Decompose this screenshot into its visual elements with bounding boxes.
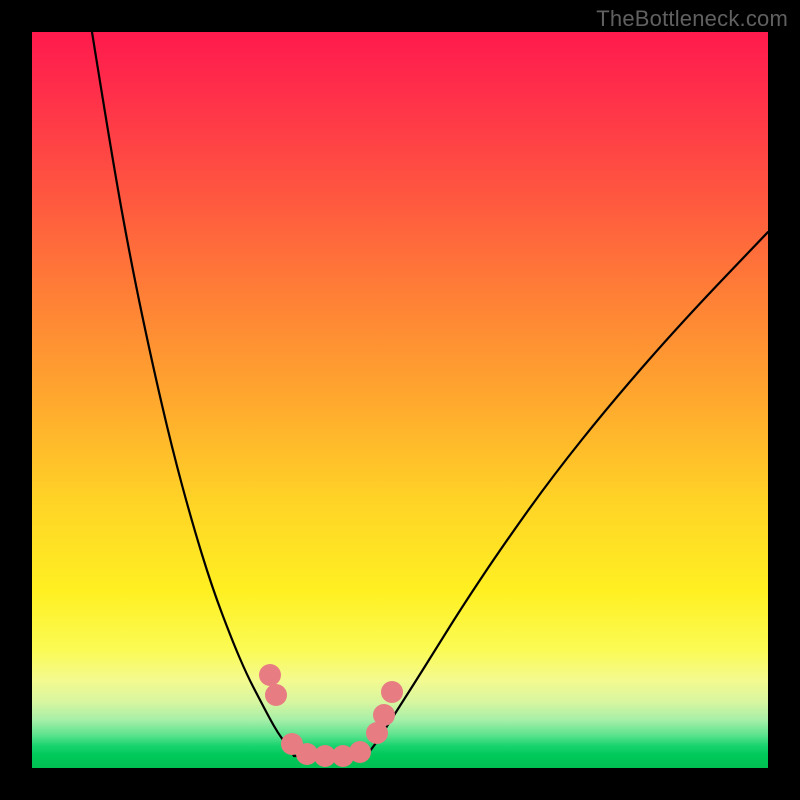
marker-dot — [259, 664, 281, 686]
marker-dot — [373, 704, 395, 726]
curve-group — [92, 32, 768, 756]
marker-dot — [265, 684, 287, 706]
marker-dot — [381, 681, 403, 703]
left-curve-path — [92, 32, 294, 756]
plot-area — [32, 32, 768, 768]
curve-overlay — [32, 32, 768, 768]
right-curve-path — [366, 232, 768, 756]
marker-group — [259, 664, 403, 767]
chart-frame: TheBottleneck.com — [0, 0, 800, 800]
marker-dot — [349, 741, 371, 763]
attribution-text: TheBottleneck.com — [596, 6, 788, 32]
